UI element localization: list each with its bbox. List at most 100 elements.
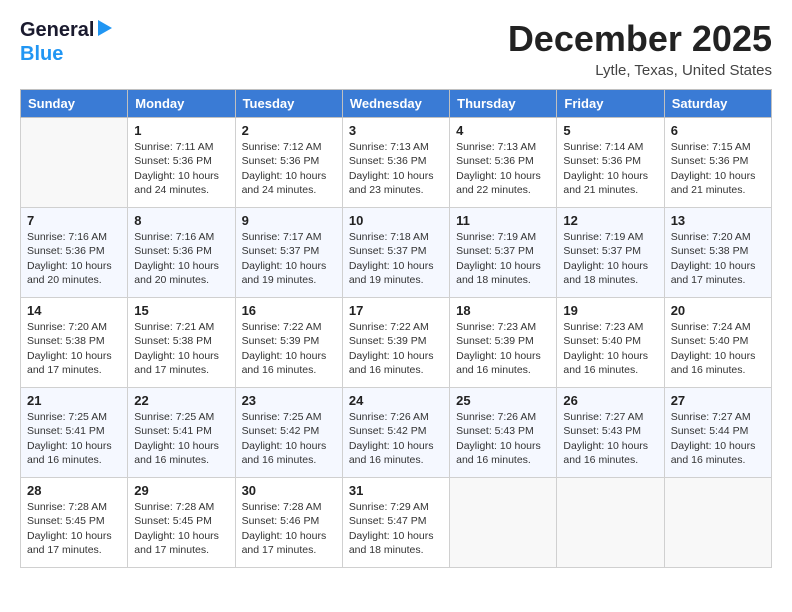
sunrise-text: Sunrise: 7:16 AM [27,231,107,243]
sunset-text: Sunset: 5:42 PM [349,425,427,437]
daylight-text: Daylight: 10 hours and 16 minutes. [242,350,327,376]
day-number: 19 [563,303,657,318]
sunrise-text: Sunrise: 7:12 AM [242,141,322,153]
table-row: 23Sunrise: 7:25 AMSunset: 5:42 PMDayligh… [235,388,342,478]
day-info: Sunrise: 7:19 AMSunset: 5:37 PMDaylight:… [563,230,657,288]
sunrise-text: Sunrise: 7:25 AM [27,411,107,423]
calendar-week-row: 28Sunrise: 7:28 AMSunset: 5:45 PMDayligh… [21,478,772,568]
calendar: Sunday Monday Tuesday Wednesday Thursday… [20,89,772,568]
table-row: 1 Sunrise: 7:11 AMSunset: 5:36 PMDaylight… [128,118,235,208]
sunset-text: Sunset: 5:45 PM [27,515,105,527]
daylight-text: Daylight: 10 hours and 16 minutes. [349,350,434,376]
day-info: Sunrise: 7:23 AMSunset: 5:40 PMDaylight:… [563,320,657,378]
table-row: 13Sunrise: 7:20 AMSunset: 5:38 PMDayligh… [664,208,771,298]
calendar-week-row: 1Sunrise: 7:11 AMSunset: 5:36 PMDaylight… [21,118,772,208]
day-info: Sunrise: 7:28 AMSunset: 5:45 PMDaylight:… [27,500,121,558]
logo: General Blue [20,18,114,66]
table-row: 22 Sunrise: 7:25 AM Sunset: 5:41 PM Dayligh… [128,388,235,478]
daylight-text: Daylight: 10 hours and 17 minutes. [27,530,112,556]
day-number: 31 [349,483,443,498]
daylight-text: Daylight: 10 hours and 16 minutes. [27,440,112,466]
daylight-text: Daylight: 10 hours and 22 minutes. [456,170,541,196]
sunset-text: Sunset: 5:36 PM [563,155,641,167]
page: General Blue December 2025 Lytle, Texas,… [0,0,792,612]
table-row: 15Sunrise: 7:21 AMSunset: 5:38 PMDayligh… [128,298,235,388]
title-area: December 2025 Lytle, Texas, United State… [508,18,772,79]
sunrise-text: Sunrise: 7:19 AM [456,231,536,243]
day-number: 20 [671,303,765,318]
day-info: Sunrise: 7:26 AMSunset: 5:42 PMDaylight:… [349,410,443,468]
daylight-text: Daylight: 10 hours and 17 minutes. [671,260,756,286]
day-number: 6 [671,123,765,138]
day-info: Sunrise: 7:21 AMSunset: 5:38 PMDaylight:… [134,320,228,378]
daylight-text: Daylight: 10 hours and 17 minutes. [134,350,219,376]
col-sunday: Sunday [21,90,128,118]
table-row: 6Sunrise: 7:15 AMSunset: 5:36 PMDaylight… [664,118,771,208]
sunset-text: Sunset: 5:46 PM [242,515,320,527]
day-number: 1 [134,123,228,138]
day-info: Sunrise: 7:13 AMSunset: 5:36 PMDaylight:… [349,140,443,198]
day-info: Sunrise: 7:16 AMSunset: 5:36 PMDaylight:… [134,230,228,288]
day-info: Sunrise: 7:11 AMSunset: 5:36 PMDaylight:… [134,140,228,198]
day-info: Sunrise: 7:23 AMSunset: 5:39 PMDaylight:… [456,320,550,378]
day-info: Sunrise: 7:27 AMSunset: 5:43 PMDaylight:… [563,410,657,468]
table-row: 24Sunrise: 7:26 AMSunset: 5:42 PMDayligh… [342,388,449,478]
day-info: Sunrise: 7:18 AMSunset: 5:37 PMDaylight:… [349,230,443,288]
day-info: Sunrise: 7:22 AMSunset: 5:39 PMDaylight:… [349,320,443,378]
daylight-text: Daylight: 10 hours and 16 minutes. [671,350,756,376]
day-number: 3 [349,123,443,138]
calendar-week-row: 7Sunrise: 7:16 AMSunset: 5:36 PMDaylight… [21,208,772,298]
sunset-text: Sunset: 5:38 PM [671,245,749,257]
sunrise-text: Sunrise: 7:22 AM [242,321,322,333]
day-number: 9 [242,213,336,228]
sunset-text: Sunset: 5:44 PM [671,425,749,437]
table-row: 7Sunrise: 7:16 AMSunset: 5:36 PMDaylight… [21,208,128,298]
col-wednesday: Wednesday [342,90,449,118]
table-row: 8Sunrise: 7:16 AMSunset: 5:36 PMDaylight… [128,208,235,298]
logo-triangle-icon [96,18,114,43]
table-row [557,478,664,568]
sunset-text: Sunset: 5:43 PM [563,425,641,437]
day-number: 22 [134,393,228,408]
day-number: 23 [242,393,336,408]
day-info: Sunrise: 7:14 AMSunset: 5:36 PMDaylight:… [563,140,657,198]
table-row: 16Sunrise: 7:22 AMSunset: 5:39 PMDayligh… [235,298,342,388]
sunrise-text: Sunrise: 7:14 AM [563,141,643,153]
sunrise-text: Sunrise: 7:25 AM [134,411,214,423]
day-info: Sunrise: 7:26 AMSunset: 5:43 PMDaylight:… [456,410,550,468]
sunrise-text: Sunrise: 7:26 AM [349,411,429,423]
daylight-text: Daylight: 10 hours and 16 minutes. [134,440,219,466]
sunset-text: Sunset: 5:36 PM [242,155,320,167]
day-number: 26 [563,393,657,408]
sunrise-text: Sunrise: 7:22 AM [349,321,429,333]
calendar-week-row: 14Sunrise: 7:20 AMSunset: 5:38 PMDayligh… [21,298,772,388]
sunset-text: Sunset: 5:38 PM [134,335,212,347]
table-row [664,478,771,568]
day-number: 30 [242,483,336,498]
sunrise-text: Sunrise: 7:15 AM [671,141,751,153]
table-row: 9Sunrise: 7:17 AMSunset: 5:37 PMDaylight… [235,208,342,298]
sunset-text: Sunset: 5:41 PM [134,425,212,437]
daylight-text: Daylight: 10 hours and 17 minutes. [134,530,219,556]
table-row: 12Sunrise: 7:19 AMSunset: 5:37 PMDayligh… [557,208,664,298]
day-info: Sunrise: 7:12 AMSunset: 5:36 PMDaylight:… [242,140,336,198]
sunset-text: Sunset: 5:36 PM [134,245,212,257]
day-number: 7 [27,213,121,228]
table-row: 17Sunrise: 7:22 AMSunset: 5:39 PMDayligh… [342,298,449,388]
sunrise-text: Sunrise: 7:11 AM [134,141,213,153]
daylight-text: Daylight: 10 hours and 19 minutes. [349,260,434,286]
sunrise-text: Sunrise: 7:17 AM [242,231,322,243]
day-info: Sunrise: 7:22 AMSunset: 5:39 PMDaylight:… [242,320,336,378]
col-friday: Friday [557,90,664,118]
calendar-header-row: Sunday Monday Tuesday Wednesday Thursday… [21,90,772,118]
table-row: 5Sunrise: 7:14 AMSunset: 5:36 PMDaylight… [557,118,664,208]
table-row: 19 Sunrise: 7:23 AMSunset: 5:40 PMDayligh… [557,298,664,388]
sunrise-text: Sunrise: 7:20 AM [27,321,107,333]
sunrise-text: Sunrise: 7:20 AM [671,231,751,243]
daylight-text: Daylight: 10 hours and 18 minutes. [563,260,648,286]
sunrise-text: Sunrise: 7:26 AM [456,411,536,423]
day-info: Sunrise: 7:13 AMSunset: 5:36 PMDaylight:… [456,140,550,198]
daylight-text: Daylight: 10 hours and 20 minutes. [27,260,112,286]
sunset-text: Sunset: 5:40 PM [563,335,641,347]
sunrise-text: Sunrise: 7:25 AM [242,411,322,423]
